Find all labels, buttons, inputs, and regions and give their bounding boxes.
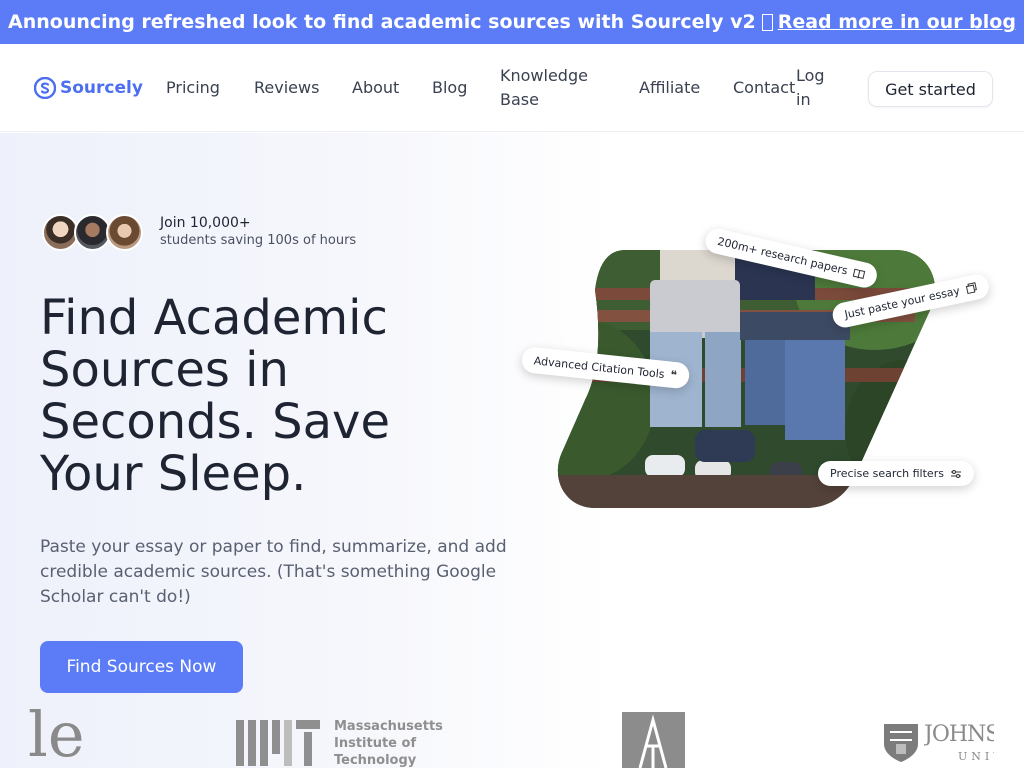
announcement-bar: Announcing refreshed look to find academ… — [0, 0, 1024, 44]
blog-link[interactable]: Read more in our blog — [778, 11, 1016, 33]
yale-logo: le — [28, 708, 85, 768]
avatar — [106, 214, 143, 251]
johns-hopkins-sub: UNIV — [958, 750, 994, 763]
shield-icon — [884, 724, 918, 762]
mit-line-3: Technology — [334, 753, 417, 768]
get-started-button[interactable]: Get started — [868, 71, 993, 107]
quote-icon: ❝ — [669, 367, 678, 383]
sliders-icon — [950, 469, 961, 478]
amherst-logo — [622, 712, 685, 768]
university-logos: le Massachusetts Institute of Technology — [0, 708, 1024, 768]
brand-name: Sourcely — [60, 78, 143, 98]
nav-pricing[interactable]: Pricing — [166, 76, 220, 100]
missing-glyph-icon — [761, 13, 773, 31]
find-sources-button[interactable]: Find Sources Now — [40, 641, 243, 693]
amherst-mark-icon — [638, 714, 668, 768]
nav-about[interactable]: About — [352, 76, 399, 100]
johns-hopkins-wordmark: JOHNS — [924, 722, 994, 747]
join-count: Join 10,000+ — [160, 215, 251, 231]
hero-headline: Find Academic Sources in Seconds. Save Y… — [40, 290, 390, 502]
nav-log-in[interactable]: Log in — [796, 64, 830, 112]
nav-reviews[interactable]: Reviews — [254, 76, 319, 100]
mit-logo — [236, 720, 320, 768]
nav-contact[interactable]: Contact — [733, 76, 795, 100]
nav-affiliate[interactable]: Affiliate — [639, 76, 700, 100]
hero-subtext: Paste your essay or paper to find, summa… — [40, 537, 507, 607]
mit-line-1: Massachusetts — [334, 719, 443, 734]
announcement-text: Announcing refreshed look to find academ… — [8, 11, 756, 33]
book-icon — [853, 268, 866, 279]
copy-icon — [965, 282, 977, 295]
brand-logo[interactable]: Sourcely — [34, 77, 143, 99]
johns-hopkins-logo — [882, 722, 920, 768]
nav-blog[interactable]: Blog — [432, 76, 467, 100]
nav-knowledge-base[interactable]: Knowledge Base — [500, 64, 596, 112]
student-avatars — [42, 214, 146, 252]
top-navigation: Sourcely Pricing Reviews About Blog Know… — [0, 44, 1024, 132]
mit-line-2: Institute of — [334, 736, 417, 751]
join-subtitle: students saving 100s of hours — [160, 233, 357, 248]
badge-label: Precise search filters — [830, 467, 944, 480]
badge-search-filters: Precise search filters — [818, 461, 974, 486]
mit-wordmark: Massachusetts Institute of Technology — [334, 718, 443, 768]
sourcely-logo-icon — [34, 77, 56, 99]
mit-mark-icon — [236, 720, 320, 766]
